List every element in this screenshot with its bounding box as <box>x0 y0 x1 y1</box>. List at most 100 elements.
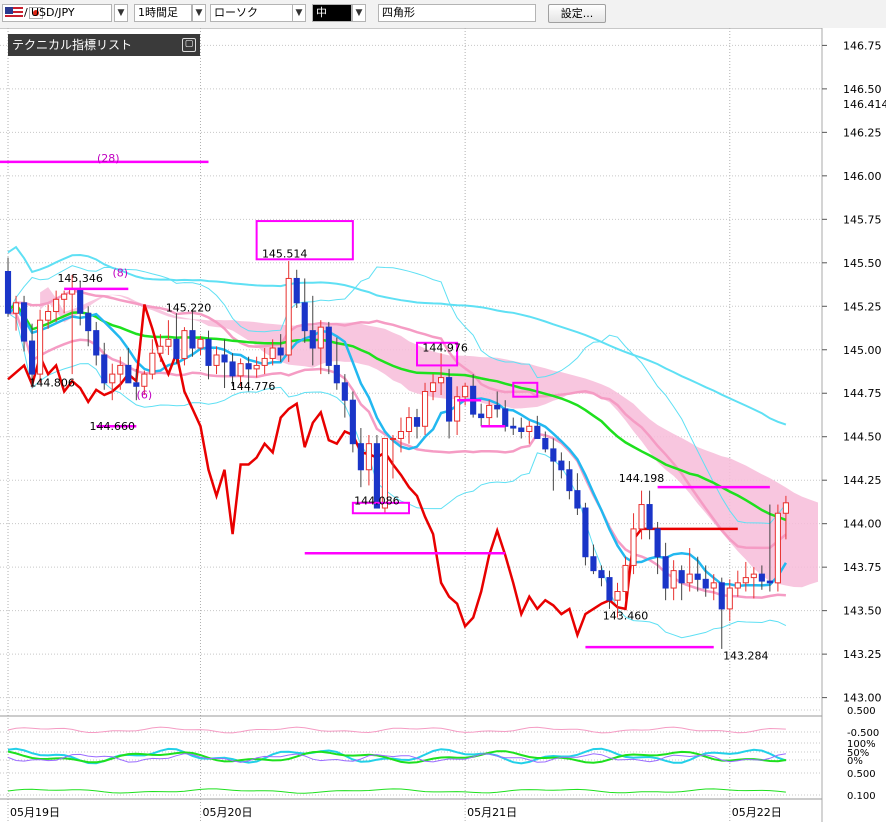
indicator-list-title: テクニカル指標リスト <box>12 38 133 52</box>
price-annotation: 143.460 <box>603 609 649 622</box>
candle-bull <box>197 338 204 349</box>
candle-bear <box>357 443 364 471</box>
price-tick-label: 144.25 <box>843 474 882 487</box>
line-width-select[interactable]: 中 <box>312 4 352 22</box>
symbol-select[interactable]: / USD/JPY <box>2 4 112 22</box>
candle-bear <box>510 425 517 429</box>
candle-bull <box>630 528 637 566</box>
candle-bear <box>574 490 581 509</box>
price-tick-label: 143.50 <box>843 605 882 618</box>
candle-bear <box>766 580 773 584</box>
candle-bear <box>245 363 252 370</box>
settings-button[interactable]: 設定... <box>548 4 606 23</box>
subpanel-tick-label: 0.100 <box>847 791 876 802</box>
price-tick-label: 143.00 <box>843 692 882 705</box>
candle-bear <box>125 364 132 384</box>
indicator-period-label: (28) <box>97 152 120 165</box>
subpanel-tick-label: 0% <box>847 756 863 767</box>
time-axis-label: 05月22日 <box>732 806 782 819</box>
line-width-dropdown-icon[interactable]: ▼ <box>352 4 366 22</box>
indicator-list-panel[interactable]: テクニカル指標リスト ▢ <box>8 34 200 56</box>
candle-bear <box>662 556 669 589</box>
candle-bear <box>29 340 36 375</box>
price-tick-label: 144.00 <box>843 518 882 531</box>
candle-bull <box>37 319 44 375</box>
candle-bull <box>269 347 276 359</box>
line-width-label: 中 <box>316 6 327 19</box>
candle-bear <box>590 556 597 572</box>
timeframe-label: 1時間足 <box>138 6 178 19</box>
price-tick-label: 146.25 <box>843 126 882 139</box>
candle-bear <box>518 427 525 433</box>
candle-bear <box>502 408 509 427</box>
candle-bull <box>149 352 156 375</box>
candle-bear <box>301 302 308 332</box>
candle-bull <box>405 417 413 433</box>
timeframe-select[interactable]: 1時間足 <box>134 4 192 22</box>
candle-bear <box>309 330 316 349</box>
candle-bull <box>734 582 741 589</box>
candle-bear <box>133 382 140 387</box>
candle-bear <box>93 330 100 356</box>
subpanel-tick-label: -0.500 <box>847 728 879 739</box>
candle-bear <box>77 288 84 314</box>
chart-type-dropdown-icon[interactable]: ▼ <box>292 4 306 22</box>
indicator-period-label: (6) <box>137 388 153 401</box>
candle-bull <box>486 404 493 419</box>
candle-bull <box>181 330 188 359</box>
candle-bull <box>165 338 172 347</box>
timeframe-dropdown-icon[interactable]: ▼ <box>192 4 206 22</box>
price-annotation: 143.284 <box>723 649 769 662</box>
candle-bear <box>413 417 421 427</box>
panel-toggle-icon[interactable]: ▢ <box>182 38 196 52</box>
price-tick-label: 145.25 <box>843 300 882 313</box>
chart-type-select[interactable]: ローソク <box>210 4 296 22</box>
candle-bear <box>646 504 653 530</box>
price-annotation: 144.198 <box>619 472 665 485</box>
price-annotation: 144.806 <box>29 376 75 389</box>
candle-bear <box>654 528 661 558</box>
candle-bear <box>598 570 605 579</box>
candle-bear <box>4 270 12 314</box>
toolbar: / USD/JPY ▼ 1時間足 ▼ ローソク ▼ 中 ▼ 四角形 設定... <box>0 0 886 29</box>
chart-type-label: ローソク <box>214 6 258 19</box>
candle-bull <box>397 431 405 439</box>
shape-field[interactable]: 四角形 <box>378 4 536 22</box>
candle-bear <box>582 507 589 558</box>
candle-bull <box>686 573 693 584</box>
price-tick-label: 145.00 <box>843 344 882 357</box>
subpanel-tick-label: 0.500 <box>847 706 876 717</box>
candle-bull <box>421 391 429 427</box>
candle-bull <box>365 443 372 471</box>
bollinger-upper-line <box>7 265 787 525</box>
symbol-dropdown-icon[interactable]: ▼ <box>114 4 128 22</box>
candle-bear <box>341 382 348 401</box>
candle-bear <box>534 425 541 439</box>
candle-bull <box>670 570 677 589</box>
subpanel-tick-label: 0.500 <box>847 769 876 780</box>
price-annotation: 145.514 <box>262 248 308 261</box>
price-annotation: 144.086 <box>354 495 400 508</box>
candle-bull <box>61 293 68 300</box>
candle-bull <box>774 512 781 584</box>
candle-bear <box>606 577 613 601</box>
candle-bear <box>101 354 108 384</box>
price-annotation: 145.346 <box>57 272 103 285</box>
candle-bull <box>750 573 757 579</box>
candle-bear <box>189 330 196 349</box>
time-axis-label: 05月21日 <box>467 806 517 819</box>
candle-bull <box>213 354 220 366</box>
price-tick-label: 146.50 <box>843 83 882 96</box>
price-annotation: 144.976 <box>422 341 468 354</box>
candle-bull <box>12 302 20 314</box>
candle-bull <box>429 382 437 393</box>
price-annotation: 144.776 <box>230 380 276 393</box>
candle-bear <box>277 347 284 356</box>
candle-bear <box>85 312 92 332</box>
candle-bear <box>542 437 549 450</box>
candle-bear <box>758 573 765 582</box>
candle-bull <box>742 577 749 584</box>
candle-bear <box>20 302 28 342</box>
candle-bull <box>438 377 445 384</box>
price-chart[interactable]: 145.514 145.346 145.220 144.976 144.806 144.7… <box>0 28 886 822</box>
